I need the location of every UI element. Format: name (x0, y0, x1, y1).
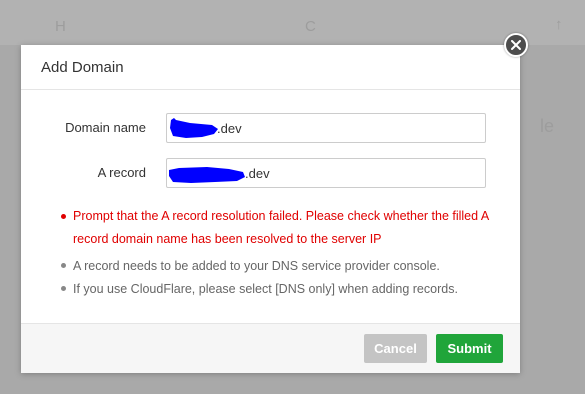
info-tip: If you use CloudFlare, please select [DN… (61, 278, 501, 301)
close-icon (511, 40, 521, 50)
background-text: le (540, 116, 555, 136)
bullet-icon (61, 214, 66, 219)
bullet-icon (61, 263, 66, 268)
redaction-mark (170, 118, 218, 138)
error-tip: Prompt that the A record resolution fail… (61, 205, 501, 251)
domain-name-label: Domain name (65, 120, 146, 135)
a-record-row: A record (21, 158, 520, 188)
dialog-header: Add Domain (21, 45, 520, 90)
a-record-label: A record (97, 165, 146, 180)
bullet-icon (61, 286, 66, 291)
tips-list: Prompt that the A record resolution fail… (61, 205, 501, 301)
background-header (0, 0, 585, 45)
close-button[interactable] (504, 33, 528, 57)
dialog-title: Add Domain (41, 58, 124, 76)
info-tip-text: A record needs to be added to your DNS s… (73, 259, 440, 273)
error-tip-text: Prompt that the A record resolution fail… (73, 209, 489, 246)
info-tip: A record needs to be added to your DNS s… (61, 255, 501, 278)
background-text: C (305, 18, 316, 35)
background-arrow-icon: ↑ (555, 16, 563, 33)
domain-name-row: Domain name (21, 113, 520, 143)
info-tip-text: If you use CloudFlare, please select [DN… (73, 282, 458, 296)
add-domain-dialog: Add Domain Domain name A record Prompt t… (21, 45, 520, 373)
background-text: Н (55, 18, 66, 35)
dialog-footer: Cancel Submit (21, 323, 520, 373)
redaction-mark (169, 167, 245, 183)
submit-button[interactable]: Submit (436, 334, 503, 363)
cancel-button[interactable]: Cancel (364, 334, 427, 363)
